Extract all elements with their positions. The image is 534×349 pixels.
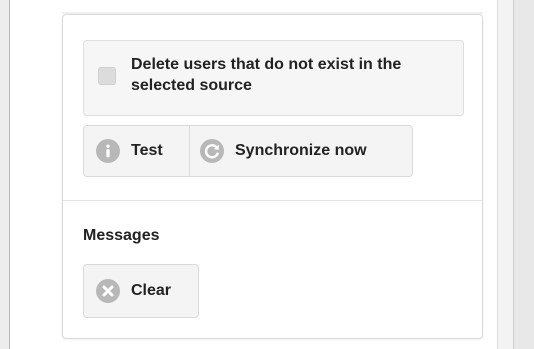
page: Delete users that do not exist in the se…	[0, 0, 534, 349]
clear-button-label: Clear	[131, 282, 172, 299]
section-divider	[63, 200, 482, 201]
right-edge	[513, 0, 534, 349]
sync-settings-panel: Delete users that do not exist in the se…	[62, 14, 483, 339]
delete-missing-users-option[interactable]: Delete users that do not exist in the se…	[83, 40, 464, 116]
synchronize-now-label: Synchronize now	[235, 142, 367, 159]
clear-icon	[96, 279, 120, 303]
delete-missing-users-checkbox[interactable]	[98, 67, 116, 85]
delete-missing-users-label: Delete users that do not exist in the se…	[131, 56, 402, 94]
synchronize-now-button[interactable]: Synchronize now	[190, 125, 413, 177]
test-button-label: Test	[131, 142, 163, 159]
info-icon	[96, 139, 120, 163]
messages-heading: Messages	[83, 227, 160, 244]
test-button[interactable]: Test	[83, 125, 190, 177]
clear-messages-button[interactable]: Clear	[83, 264, 199, 318]
scrollbar-track[interactable]	[497, 0, 513, 349]
refresh-icon	[200, 139, 224, 163]
sync-actions-group: Test Synchronize now	[83, 125, 413, 177]
left-border	[0, 0, 10, 349]
